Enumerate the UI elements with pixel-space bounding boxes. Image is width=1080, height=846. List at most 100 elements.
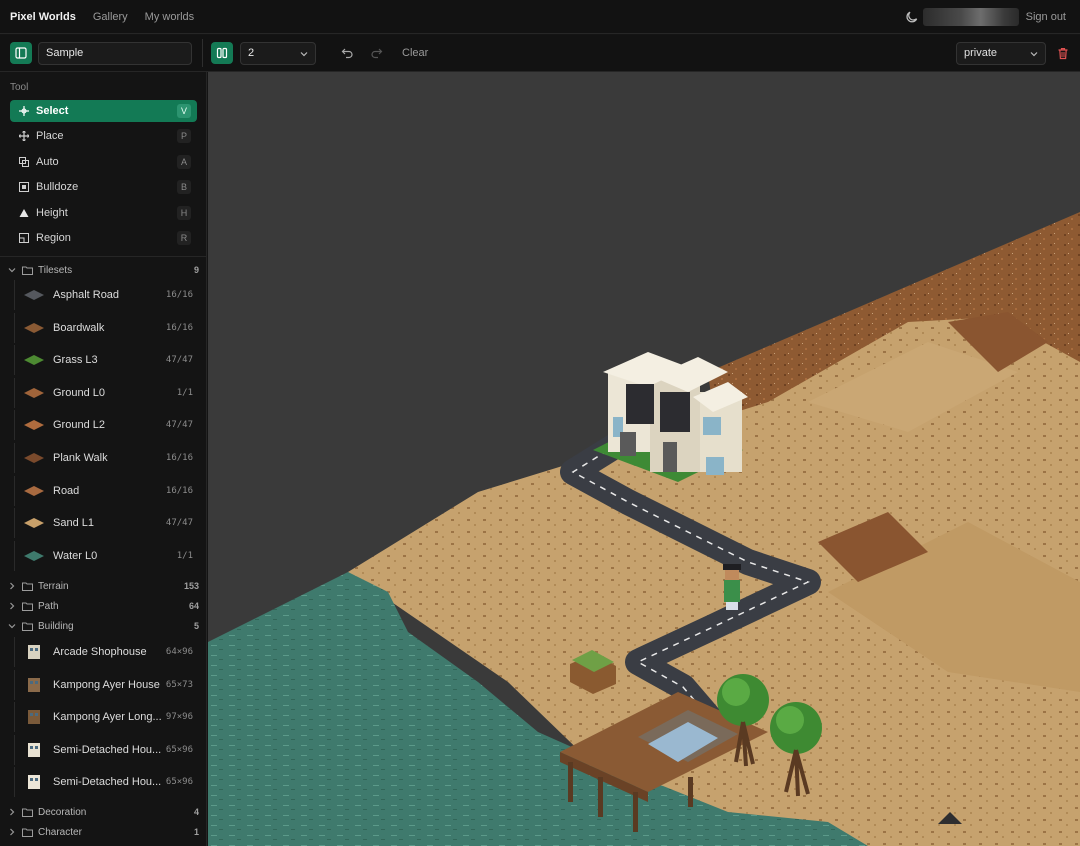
folder-icon (22, 582, 33, 591)
tileset-label: Boardwalk (53, 321, 105, 334)
sidebar-icon (15, 47, 27, 59)
building-thumbnail-icon (23, 677, 45, 693)
group-count: 1 (193, 827, 199, 837)
chevron-down-icon (1030, 52, 1038, 57)
group-label: Character (38, 826, 82, 838)
group-count: 5 (193, 621, 199, 631)
tileset-item[interactable]: Water L0 1/1 (14, 540, 206, 571)
brand-logo[interactable]: Pixel Worlds (10, 11, 76, 23)
tileset-count: 1/1 (176, 387, 193, 398)
tool-height[interactable]: Height H (10, 202, 197, 224)
tileset-item[interactable]: Asphalt Road 16/16 (14, 280, 206, 310)
building-item[interactable]: Semi-Detached Hou... 65×96 (14, 734, 206, 765)
shortcut-key: B (177, 180, 191, 194)
tool-label: Select (36, 105, 69, 117)
tileset-label: Water L0 (53, 549, 98, 562)
shortcut-key: V (177, 104, 191, 118)
sign-out-link[interactable]: Sign out (1026, 11, 1066, 23)
building-label: Semi-Detached Hou... (53, 743, 162, 756)
editor-toolbar: Sample 2 Clear private (0, 35, 1080, 72)
group-count: 9 (193, 265, 199, 275)
building-item[interactable]: Kampong Ayer House 65×73 (14, 669, 206, 700)
tool-select[interactable]: Select V (10, 100, 197, 122)
moon-icon[interactable] (905, 10, 919, 24)
visibility-select[interactable]: private (956, 42, 1046, 65)
tool-place[interactable]: Place P (10, 125, 197, 147)
chevron-right-icon (10, 808, 15, 816)
group-count: 64 (188, 601, 199, 611)
building-item[interactable]: Kampong Ayer Long... 97×96 (14, 702, 206, 733)
world-canvas[interactable] (208, 72, 1080, 846)
tile-swatch-icon (23, 287, 45, 303)
building-size: 65×96 (165, 744, 193, 755)
toggle-sidebar-button[interactable] (10, 42, 32, 64)
group-building[interactable]: Building 5 (0, 617, 206, 635)
tile-swatch-icon (23, 385, 45, 401)
folder-icon (22, 808, 33, 817)
redo-icon[interactable] (370, 47, 383, 59)
tileset-label: Plank Walk (53, 452, 108, 464)
group-decoration[interactable]: Decoration 4 (0, 803, 206, 821)
group-tilesets[interactable]: Tilesets 9 (0, 261, 206, 279)
building-thumbnail-icon (23, 774, 45, 790)
building-item[interactable]: Arcade Shophouse 64×96 (14, 637, 206, 667)
clear-button[interactable]: Clear (402, 47, 428, 59)
tileset-item[interactable]: Ground L0 1/1 (14, 377, 206, 408)
world-name-input[interactable]: Sample (38, 42, 192, 65)
tileset-count: 47/47 (165, 518, 193, 529)
tool-label: Bulldoze (36, 181, 79, 193)
isometric-world[interactable] (208, 72, 1080, 846)
tileset-item[interactable]: Sand L1 47/47 (14, 508, 206, 539)
chevron-down-icon (8, 268, 16, 273)
undo-icon[interactable] (341, 47, 354, 59)
group-count: 153 (183, 581, 199, 591)
tileset-item[interactable]: Plank Walk 16/16 (14, 443, 206, 473)
group-terrain[interactable]: Terrain 153 (0, 577, 206, 595)
layers-toggle-button[interactable] (211, 42, 233, 64)
top-nav-right: Sign out (905, 0, 1066, 34)
group-label: Building (38, 620, 74, 632)
tile-swatch-icon (23, 515, 45, 531)
building-thumbnail-icon (23, 709, 45, 725)
nav-link-my-worlds[interactable]: My worlds (145, 11, 195, 23)
group-label: Path (38, 600, 59, 612)
tool-label: Auto (36, 156, 59, 168)
folder-icon (22, 602, 33, 611)
top-nav: Pixel Worlds Gallery My worlds Sign out (0, 0, 1080, 34)
group-character[interactable]: Character 1 (0, 823, 206, 841)
building-thumbnail-icon (23, 644, 45, 660)
group-count: 4 (193, 807, 199, 817)
folder-icon (22, 828, 33, 837)
tileset-label: Asphalt Road (53, 289, 120, 301)
sidebar-divider (0, 256, 206, 257)
tileset-count: 1/1 (176, 550, 193, 561)
tileset-label: Grass L3 (53, 354, 98, 367)
tool-bulldoze[interactable]: Bulldoze B (10, 176, 197, 198)
tile-swatch-icon (23, 417, 45, 433)
group-path[interactable]: Path 64 (0, 597, 206, 615)
user-avatar-blurred[interactable] (922, 8, 1019, 26)
building-item[interactable]: Semi-Detached Hou... 65×96 (14, 767, 206, 798)
tileset-item[interactable]: Boardwalk 16/16 (14, 312, 206, 343)
folder-open-icon (22, 622, 33, 631)
building-label: Kampong Ayer House (53, 678, 160, 691)
nav-link-gallery[interactable]: Gallery (93, 11, 128, 23)
chevron-right-icon (10, 828, 15, 836)
columns-icon (216, 47, 228, 59)
shortcut-key: A (177, 155, 191, 169)
tileset-item[interactable]: Grass L3 47/47 (14, 345, 206, 376)
toolbar-divider (202, 39, 203, 67)
shortcut-key: R (177, 231, 191, 245)
tool-auto[interactable]: Auto A (10, 151, 197, 173)
visibility-select-value: private (964, 47, 998, 59)
tool-label: Place (36, 130, 64, 142)
layer-select[interactable]: 2 (240, 42, 316, 65)
tileset-item[interactable]: Road 16/16 (14, 475, 206, 506)
tile-swatch-icon (23, 320, 45, 336)
trash-icon[interactable] (1057, 47, 1069, 60)
tileset-label: Ground L2 (53, 419, 105, 432)
tool-region[interactable]: Region R (10, 227, 197, 249)
tileset-item[interactable]: Ground L2 47/47 (14, 410, 206, 441)
building-size: 97×96 (165, 712, 193, 723)
building-size: 65×73 (165, 679, 193, 690)
